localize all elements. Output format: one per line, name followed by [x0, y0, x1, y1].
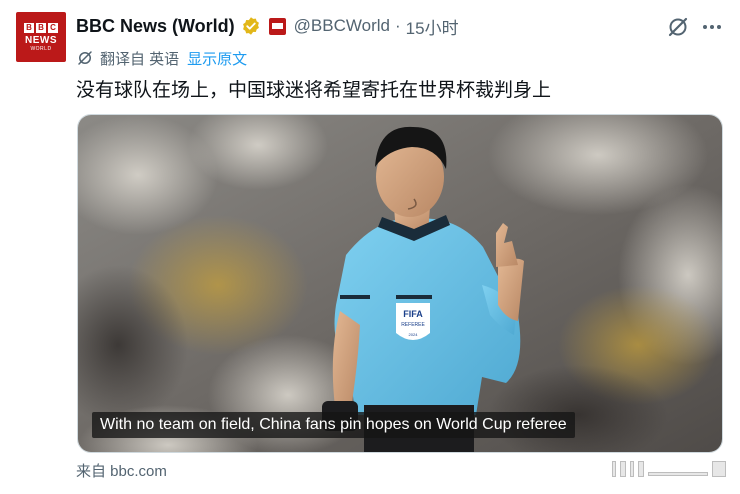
timestamp[interactable]: 15小时: [406, 14, 459, 39]
show-original-link[interactable]: 显示原文: [187, 48, 247, 69]
avatar[interactable]: B B C NEWS WORLD: [16, 12, 66, 62]
watermark-logo: [612, 458, 728, 480]
bbc-logo-blocks: B B C: [24, 22, 58, 33]
translated-from-label: 翻译自 英语: [100, 50, 180, 68]
watermark-block: [620, 461, 626, 477]
verified-badge-icon[interactable]: [241, 16, 261, 36]
tweet-text: 没有球队在场上，中国球迷将希望寄托在世界杯裁判身上: [76, 80, 552, 101]
more-options-icon[interactable]: [700, 15, 724, 39]
watermark-block: [638, 461, 644, 477]
grok-icon[interactable]: [666, 15, 690, 39]
display-name[interactable]: BBC News (World): [76, 16, 235, 37]
watermark-block: [648, 472, 708, 476]
badge-year-text: 2024: [409, 332, 419, 337]
watermark-block: [630, 461, 634, 477]
media-caption: With no team on field, China fans pin ho…: [92, 412, 575, 438]
translate-icon: [76, 49, 94, 67]
referee-photo: FIFA REFEREE 2024: [78, 115, 722, 452]
logo-letter: B: [24, 22, 34, 33]
link-source[interactable]: 来自 bbc.com: [76, 460, 167, 481]
bbc-affiliate-icon[interactable]: [268, 17, 286, 35]
watermark-block: [712, 461, 726, 477]
logo-letter: C: [48, 22, 58, 33]
logo-world-text: WORLD: [30, 45, 52, 52]
fifa-referee-badge: FIFA REFEREE 2024: [396, 303, 430, 340]
badge-referee-text: REFEREE: [401, 322, 425, 328]
watermark-block: [612, 461, 616, 477]
handle[interactable]: @BBCWorld: [294, 16, 390, 36]
logo-news-text: NEWS: [25, 34, 57, 46]
badge-fifa-text: FIFA: [403, 309, 423, 319]
logo-letter: B: [36, 22, 46, 33]
media-image[interactable]: FIFA REFEREE 2024: [77, 114, 723, 453]
translation-row: 翻译自 英语 显示原文: [76, 48, 247, 68]
separator-dot: ·: [394, 16, 401, 35]
tweet-header: BBC News (World) @BBCWorld · 15小时: [76, 14, 459, 38]
